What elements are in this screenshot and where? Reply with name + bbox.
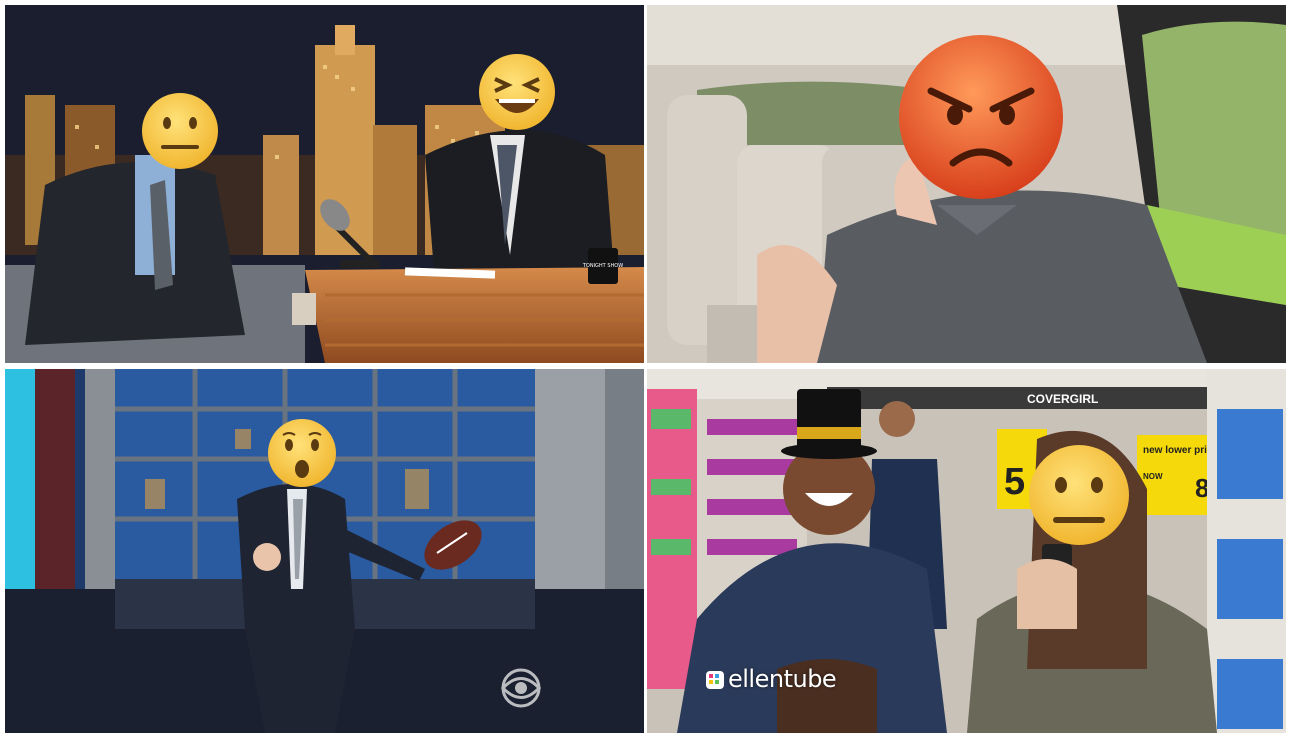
price-sign-big: 5 [1004, 461, 1025, 503]
price-sign-now: NOW [1143, 472, 1163, 481]
car-scene [647, 5, 1286, 363]
ellentube-logo-icon [705, 670, 725, 690]
watermark-brand-b: tube [783, 665, 837, 693]
watermark-brand-a: ellen [728, 665, 784, 693]
ellentube-watermark: ellentube [705, 665, 837, 693]
panel-bottom-right: COVERGIRL 5 new lower price NOW 8 ellent… [647, 369, 1286, 733]
panel-bottom-left [5, 369, 644, 733]
store-banner: COVERGIRL [1027, 392, 1098, 406]
stage-scene [5, 369, 644, 733]
angry-face-icon [899, 35, 1063, 199]
astonished-face-icon [268, 419, 336, 487]
laughing-face-icon [479, 54, 555, 130]
panel-top-left: TONIGHT SHOW [5, 5, 644, 363]
neutral-face-icon [142, 93, 218, 169]
neutral-face-icon [1029, 445, 1129, 545]
mug-label: TONIGHT SHOW [582, 263, 623, 269]
talk-show-scene: TONIGHT SHOW [5, 5, 644, 363]
panel-top-right [647, 5, 1286, 363]
